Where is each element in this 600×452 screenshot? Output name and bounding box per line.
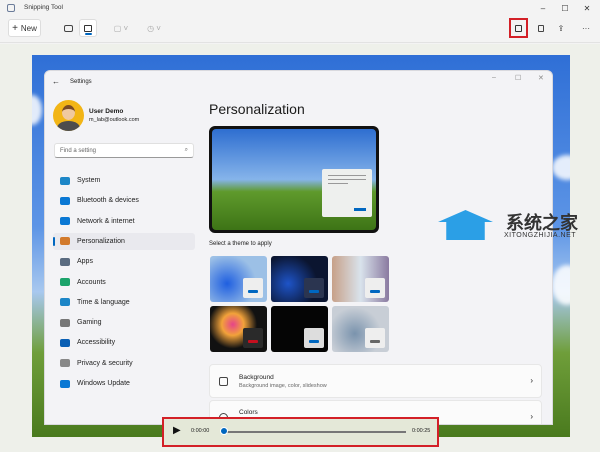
video-player-bar: ▶ 0:00:00 0:00:25	[162, 417, 439, 447]
sidebar-item-accounts[interactable]: Accounts	[53, 274, 195, 291]
app-icon	[7, 4, 15, 12]
user-name: User Demo	[89, 108, 124, 115]
apps-icon	[60, 257, 70, 266]
background-setting-card[interactable]: Background Background image, color, slid…	[209, 364, 542, 398]
windows-update-icon	[60, 379, 70, 388]
privacy-security-icon	[60, 359, 70, 368]
delay-dropdown[interactable]: ◷ ˅	[143, 20, 165, 36]
sidebar-item-system[interactable]: System	[53, 172, 195, 189]
more-button[interactable]: ···	[578, 20, 594, 36]
new-button[interactable]: + New	[8, 19, 41, 37]
search-input[interactable]: Find a setting ⌕	[54, 143, 194, 158]
settings-title: Settings	[70, 79, 92, 85]
gaming-icon	[60, 318, 70, 327]
accessibility-icon	[60, 338, 70, 347]
theme-dark[interactable]	[271, 256, 328, 302]
image-icon	[219, 377, 228, 386]
theme-label: Select a theme to apply	[209, 241, 272, 247]
sidebar-item-personalization[interactable]: Personalization	[53, 232, 195, 250]
seek-bar[interactable]	[224, 431, 406, 433]
sidebar-item-label: Privacy & security	[77, 359, 133, 367]
close-button[interactable]: ✕	[538, 74, 544, 82]
video-mode-button[interactable]	[79, 19, 97, 37]
total-time: 0:00:25	[412, 428, 431, 434]
seek-thumb[interactable]	[220, 427, 228, 435]
user-email: m_lab@outlook.com	[89, 117, 140, 123]
theme-light[interactable]	[210, 256, 267, 302]
current-time: 0:00:00	[191, 428, 210, 434]
maximize-button[interactable]: ☐	[558, 1, 572, 15]
copy-icon	[538, 24, 544, 32]
avatar	[53, 100, 84, 131]
page-title: Personalization	[209, 101, 305, 117]
camera-icon	[63, 24, 73, 32]
chevron-right-icon: ›	[530, 376, 533, 385]
personalization-icon	[60, 237, 70, 246]
sidebar-item-label: Network & internet	[77, 217, 135, 225]
sidebar-item-label: Time & language	[77, 298, 130, 306]
save-icon	[515, 24, 522, 32]
theme-black[interactable]	[271, 306, 328, 352]
share-button[interactable]: ⇪	[553, 20, 569, 36]
snip-shape-dropdown[interactable]: ▢ ˅	[110, 20, 132, 36]
video-icon	[84, 24, 92, 32]
back-arrow-icon[interactable]: ←	[52, 77, 60, 86]
theme-captured-motion[interactable]	[210, 306, 267, 352]
sidebar-item-accessibility[interactable]: Accessibility	[53, 334, 195, 351]
sidebar-item-network-internet[interactable]: Network & internet	[53, 213, 195, 230]
watermark-logo	[438, 210, 493, 240]
sidebar-item-privacy-security[interactable]: Privacy & security	[53, 355, 195, 372]
screenshot-mode-button[interactable]	[60, 20, 76, 36]
copy-button[interactable]	[533, 20, 549, 36]
bluetooth-devices-icon	[60, 196, 70, 205]
plus-icon: +	[12, 22, 18, 34]
theme-glow[interactable]	[332, 256, 389, 302]
sidebar-item-label: Accounts	[77, 278, 106, 286]
theme-preview	[209, 126, 379, 233]
sidebar-item-label: Windows Update	[77, 380, 130, 387]
sidebar-item-label: Accessibility	[77, 339, 116, 347]
save-button[interactable]	[509, 18, 528, 38]
minimize-button[interactable]: –	[536, 1, 550, 15]
chevron-right-icon: ›	[530, 412, 533, 421]
time-language-icon	[60, 298, 70, 307]
sidebar-item-bluetooth-devices[interactable]: Bluetooth & devices	[53, 192, 195, 209]
maximize-button[interactable]: ☐	[515, 74, 521, 82]
sidebar-item-label: Bluetooth & devices	[77, 197, 139, 205]
sidebar-item-label: Personalization	[77, 237, 125, 245]
close-button[interactable]: ✕	[580, 1, 594, 15]
app-title: Snipping Tool	[24, 4, 63, 11]
title-bar: Snipping Tool – ☐ ✕	[0, 0, 600, 16]
play-button[interactable]: ▶	[173, 425, 181, 436]
sidebar-item-label: Gaming	[77, 319, 102, 327]
toolbar: + New ▢ ˅ ◷ ˅ ⇪ ···	[0, 16, 600, 43]
system-icon	[60, 176, 70, 185]
sidebar-item-label: Apps	[77, 258, 93, 266]
watermark: 系统之家 XITONGZHIJIA.NET	[438, 202, 588, 250]
theme-flow[interactable]	[332, 306, 389, 352]
sidebar-item-label: System	[77, 177, 101, 184]
network-internet-icon	[60, 217, 70, 226]
sidebar-item-gaming[interactable]: Gaming	[53, 314, 195, 331]
accounts-icon	[60, 278, 70, 286]
share-icon: ⇪	[557, 23, 565, 33]
sidebar-item-windows-update[interactable]: Windows Update	[53, 375, 195, 392]
minimize-button[interactable]: –	[492, 74, 496, 81]
search-icon: ⌕	[184, 147, 188, 153]
sidebar-item-time-language[interactable]: Time & language	[53, 294, 195, 311]
sidebar-item-apps[interactable]: Apps	[53, 253, 195, 270]
